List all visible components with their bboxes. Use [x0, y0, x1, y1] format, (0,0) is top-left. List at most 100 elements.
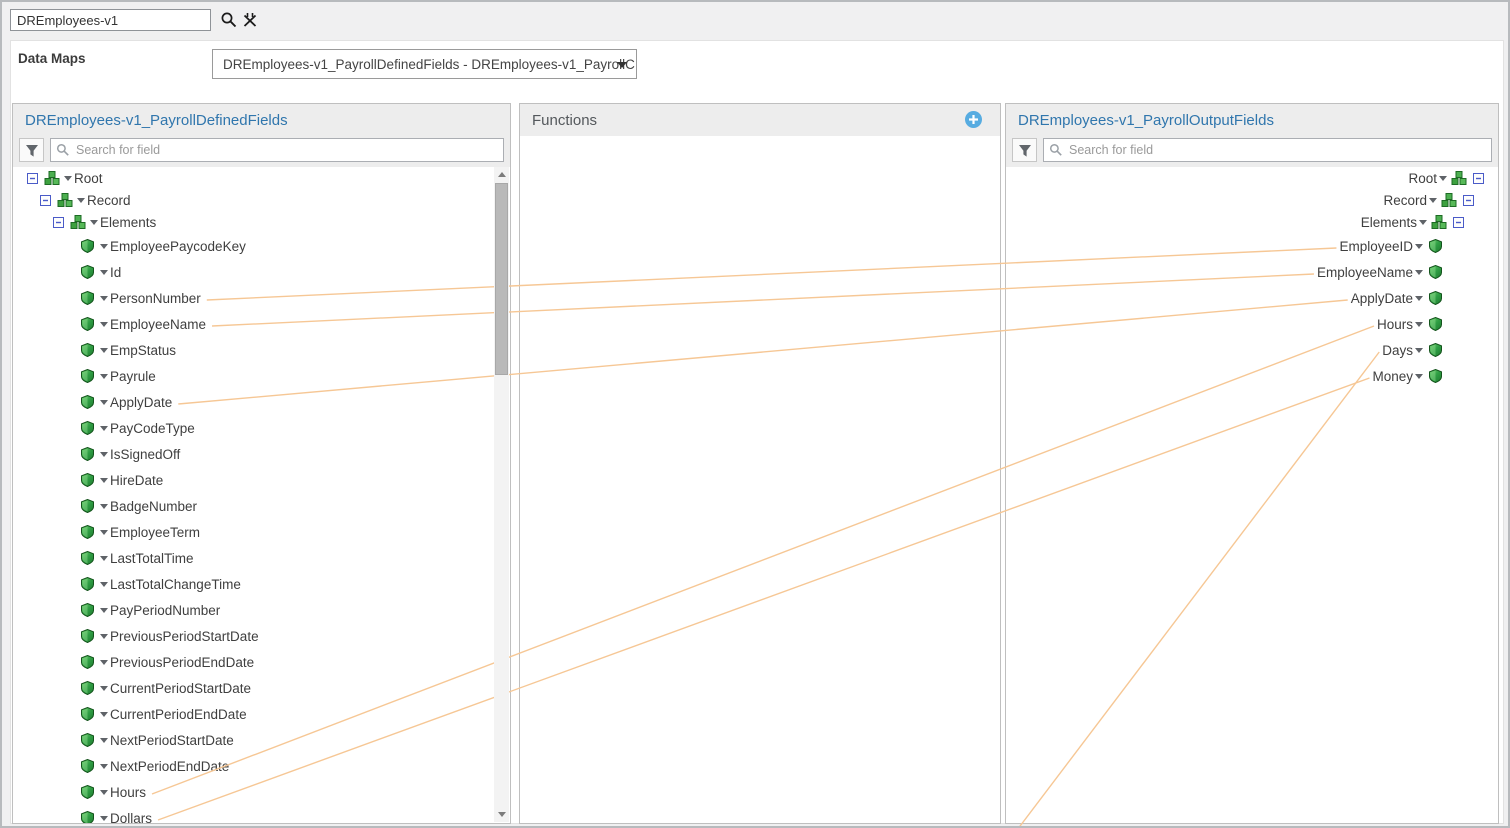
output-search-input[interactable] — [1043, 138, 1492, 162]
field-label: NextPeriodEndDate — [110, 759, 229, 774]
tree-node-root[interactable]: Root — [1006, 167, 1498, 189]
tree-field-item[interactable]: EmployeeName — [1006, 259, 1498, 285]
chevron-down-icon[interactable] — [100, 686, 108, 691]
chevron-down-icon[interactable] — [100, 478, 108, 483]
chevron-down-icon[interactable] — [1419, 220, 1427, 225]
tree-node-record[interactable]: Record — [13, 189, 510, 211]
chevron-down-icon[interactable] — [100, 790, 108, 795]
chevron-down-icon[interactable] — [100, 660, 108, 665]
tree-field-item[interactable]: EmployeeTerm — [13, 519, 510, 545]
collapse-icon[interactable] — [40, 195, 51, 206]
chevron-down-icon[interactable] — [1415, 348, 1423, 353]
tree-field-item[interactable]: NextPeriodEndDate — [13, 753, 510, 779]
global-search-input[interactable] — [10, 9, 211, 31]
collapse-icon[interactable] — [1453, 217, 1464, 228]
chevron-down-icon[interactable] — [1415, 270, 1423, 275]
tree-field-item[interactable]: BadgeNumber — [13, 493, 510, 519]
chevron-down-icon[interactable] — [100, 322, 108, 327]
collapse-icon[interactable] — [1463, 195, 1474, 206]
tree-field-item[interactable]: LastTotalTime — [13, 545, 510, 571]
chevron-down-icon[interactable] — [1429, 198, 1437, 203]
tree-field-item[interactable]: ApplyDate — [13, 389, 510, 415]
chevron-down-icon[interactable] — [1415, 244, 1423, 249]
source-field-list: EmployeePaycodeKey Id PersonNumber Emplo… — [13, 233, 510, 824]
tree-field-item[interactable]: PreviousPeriodStartDate — [13, 623, 510, 649]
funnel-icon — [25, 144, 39, 157]
chevron-down-icon[interactable] — [90, 220, 98, 225]
source-search-input[interactable] — [50, 138, 504, 162]
tree-field-item[interactable]: EmployeeID — [1006, 233, 1498, 259]
tree-node-record[interactable]: Record — [1006, 189, 1498, 211]
add-function-button[interactable] — [965, 111, 982, 128]
chevron-down-icon[interactable] — [100, 582, 108, 587]
collapse-icon[interactable] — [1473, 173, 1484, 184]
scroll-down-button[interactable] — [494, 807, 509, 822]
chevron-down-icon[interactable] — [100, 452, 108, 457]
field-icon — [81, 759, 94, 773]
tree-field-item[interactable]: EmpStatus — [13, 337, 510, 363]
chevron-down-icon[interactable] — [100, 374, 108, 379]
chevron-down-icon[interactable] — [100, 426, 108, 431]
tree-field-item[interactable]: IsSignedOff — [13, 441, 510, 467]
tree-field-item[interactable]: Hours — [1006, 311, 1498, 337]
tree-field-item[interactable]: EmployeeName — [13, 311, 510, 337]
tree-field-item[interactable]: Hours — [13, 779, 510, 805]
chevron-down-icon[interactable] — [100, 400, 108, 405]
group-icon — [44, 171, 60, 186]
field-icon — [81, 551, 94, 565]
field-label: EmployeePaycodeKey — [110, 239, 246, 254]
chevron-down-icon[interactable] — [1415, 296, 1423, 301]
chevron-down-icon[interactable] — [1415, 374, 1423, 379]
chevron-down-icon[interactable] — [1415, 322, 1423, 327]
tree-field-item[interactable]: EmployeePaycodeKey — [13, 233, 510, 259]
tree-node-elements[interactable]: Elements — [1006, 211, 1498, 233]
chevron-down-icon[interactable] — [100, 270, 108, 275]
tree-node-root[interactable]: Root — [13, 167, 510, 189]
collapse-icon[interactable] — [27, 173, 38, 184]
chevron-down-icon[interactable] — [100, 556, 108, 561]
filter-button[interactable] — [19, 138, 44, 162]
tree-field-item[interactable]: NextPeriodStartDate — [13, 727, 510, 753]
scrollbar-thumb[interactable] — [495, 183, 508, 375]
chevron-down-icon[interactable] — [1439, 176, 1447, 181]
chevron-down-icon[interactable] — [100, 634, 108, 639]
chevron-down-icon[interactable] — [100, 738, 108, 743]
vertical-scrollbar[interactable] — [494, 167, 509, 822]
tree-field-item[interactable]: LastTotalChangeTime — [13, 571, 510, 597]
tree-field-item[interactable]: PersonNumber — [13, 285, 510, 311]
chevron-down-icon[interactable] — [100, 244, 108, 249]
tree-field-item[interactable]: ApplyDate — [1006, 285, 1498, 311]
search-icon[interactable] — [220, 11, 238, 29]
tree-field-item[interactable]: Id — [13, 259, 510, 285]
chevron-down-icon[interactable] — [100, 816, 108, 821]
filter-button[interactable] — [1012, 138, 1037, 162]
tree-field-item[interactable]: Payrule — [13, 363, 510, 389]
tree-field-item[interactable]: Money — [1006, 363, 1498, 389]
tree-field-item[interactable]: PreviousPeriodEndDate — [13, 649, 510, 675]
output-field-list: EmployeeID EmployeeName ApplyDate Hours — [1006, 233, 1498, 389]
tree-node-label: Root — [74, 171, 103, 186]
data-map-dropdown[interactable]: DREmployees-v1_PayrollDefinedFields - DR… — [212, 49, 637, 79]
chevron-down-icon[interactable] — [100, 530, 108, 535]
chevron-down-icon[interactable] — [100, 764, 108, 769]
tree-node-elements[interactable]: Elements — [13, 211, 510, 233]
chevron-down-icon[interactable] — [100, 608, 108, 613]
tree-field-item[interactable]: PayCodeType — [13, 415, 510, 441]
chevron-down-icon[interactable] — [100, 504, 108, 509]
scroll-up-button[interactable] — [494, 167, 509, 182]
collapse-icon[interactable] — [53, 217, 64, 228]
chevron-down-icon[interactable] — [100, 712, 108, 717]
chevron-down-icon[interactable] — [100, 348, 108, 353]
clear-search-icon[interactable] — [241, 11, 259, 29]
tree-field-item[interactable]: CurrentPeriodStartDate — [13, 675, 510, 701]
tree-field-item[interactable]: Dollars — [13, 805, 510, 824]
tree-field-item[interactable]: Days — [1006, 337, 1498, 363]
output-filter-row — [1006, 136, 1498, 167]
tree-field-item[interactable]: HireDate — [13, 467, 510, 493]
functions-title: Functions — [532, 112, 597, 129]
chevron-down-icon[interactable] — [100, 296, 108, 301]
tree-field-item[interactable]: PayPeriodNumber — [13, 597, 510, 623]
chevron-down-icon[interactable] — [77, 198, 85, 203]
tree-field-item[interactable]: CurrentPeriodEndDate — [13, 701, 510, 727]
chevron-down-icon[interactable] — [64, 176, 72, 181]
